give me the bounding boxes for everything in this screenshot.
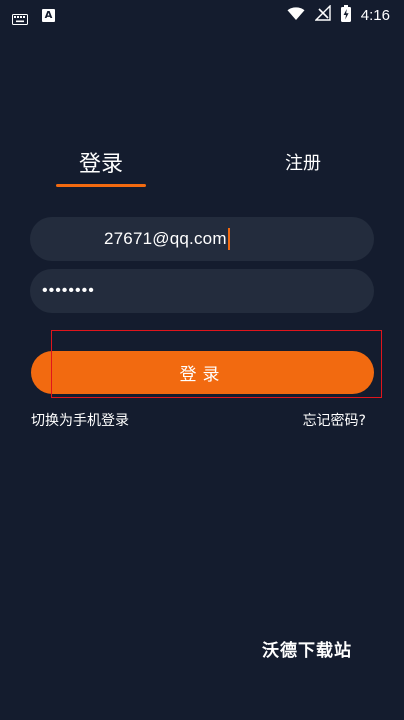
status-right: 4:16 bbox=[287, 4, 390, 26]
email-field[interactable]: 27671@qq.com bbox=[30, 217, 374, 261]
keyboard-icon bbox=[12, 10, 28, 25]
email-value: 27671@qq.com bbox=[104, 229, 227, 248]
login-button[interactable]: 登录 bbox=[31, 351, 374, 394]
battery-charging-icon bbox=[340, 4, 351, 26]
status-left: A bbox=[12, 8, 55, 25]
watermark: 沃德下载站 bbox=[262, 641, 352, 661]
auth-tabs: 登录 注册 bbox=[0, 140, 404, 190]
switch-to-phone-login-link[interactable]: 切换为手机登录 bbox=[31, 410, 129, 430]
text-caret bbox=[227, 228, 230, 250]
password-value: •••••••• bbox=[42, 282, 95, 299]
wifi-icon bbox=[287, 6, 305, 25]
status-time: 4:16 bbox=[360, 6, 390, 24]
password-field[interactable]: •••••••• bbox=[30, 269, 374, 313]
status-bar: A 4:16 bbox=[0, 0, 404, 30]
tab-register[interactable]: 注册 bbox=[270, 149, 336, 175]
forgot-password-link[interactable]: 忘记密码? bbox=[303, 410, 366, 430]
no-signal-icon bbox=[314, 4, 331, 25]
tab-active-indicator bbox=[56, 184, 146, 187]
a-icon: A bbox=[42, 8, 55, 22]
tab-login[interactable]: 登录 bbox=[56, 146, 146, 178]
